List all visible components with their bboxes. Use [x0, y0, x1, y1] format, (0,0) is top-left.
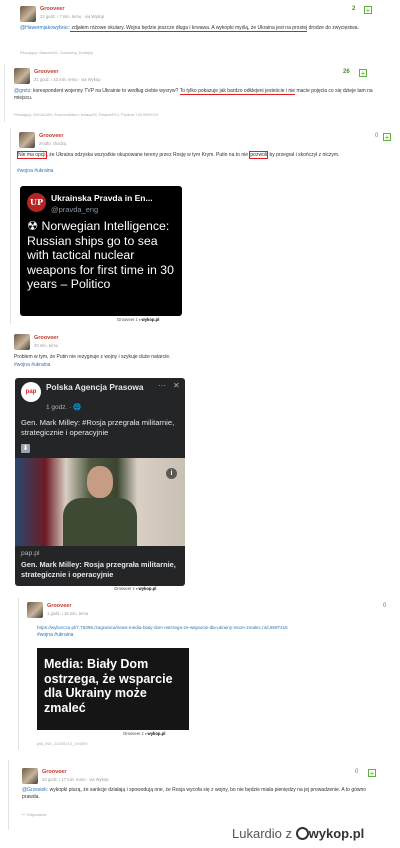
highlighted-text: Wojna będzie jeszcze długa i krwawa. A w…	[126, 25, 308, 32]
vote-count: 0	[355, 769, 359, 775]
avatar[interactable]	[14, 334, 30, 350]
plusers-list[interactable]: Plusujący: MrCALVIN, Econcroklbon, bxiaz…	[14, 112, 158, 117]
mention-link[interactable]: @Hawermjakowybrac:	[20, 25, 70, 31]
link-caption: Gen. Mark Milley: Rosja przegrała milita…	[21, 560, 176, 579]
vote-count: 26	[343, 69, 350, 75]
banner-headline: Media: Biały Dom ostrzega, że wsparcie d…	[44, 657, 173, 715]
pap-logo-icon: pap	[21, 382, 41, 402]
portrait-uniform	[63, 498, 137, 546]
author-name[interactable]: Grooveer	[34, 335, 58, 341]
post-meta: 22 godz. i 17 min. temu · via Wykop	[42, 777, 109, 782]
post-time: 1 godz. · 🌐	[46, 404, 82, 411]
tweet-logo: UP	[27, 193, 46, 212]
post-meta: 22 godz. i 7 min. temu · via Wykop	[40, 14, 105, 19]
tweet-account-name: Ukrainska Pravda in En...	[51, 193, 153, 203]
highlighted-text: To tylko pokazuje jak bardzo odklejeni j…	[179, 88, 296, 95]
vote-count: 0	[375, 133, 379, 139]
facebook-post-screenshot[interactable]: pap Polska Agencja Prasowa ··· ✕ 1 godz.…	[15, 378, 185, 586]
avatar[interactable]	[20, 6, 36, 22]
author-name[interactable]: Grooveer	[42, 769, 66, 775]
bottom-watermark: Lukardio z wykop.pl	[232, 826, 365, 841]
highlighted-text: pozwoli	[249, 151, 269, 159]
author-name[interactable]: Grooveer	[39, 133, 63, 139]
news-banner-image[interactable]: Media: Biały Dom ostrzega, że wsparcie d…	[37, 648, 189, 730]
vote-count: 0	[383, 603, 387, 609]
avatar[interactable]	[27, 602, 43, 618]
highlighted-text: Nie ma opcji	[17, 151, 47, 159]
wykop-logo-icon	[295, 827, 309, 840]
attachment-filename[interactable]: plik_INS_20230214_194009	[37, 741, 88, 746]
mention-link[interactable]: @gretz:	[14, 88, 32, 94]
avatar[interactable]	[22, 768, 38, 784]
tweet-body: ☢ Norwegian Intelligence: Russian ships …	[27, 219, 174, 292]
post-meta: źródło: chodzą	[39, 141, 67, 146]
post-text: @Grzesiek: wykopki piszą, że sankcje dzi…	[22, 787, 367, 801]
author-name[interactable]: Grooveer	[40, 6, 64, 12]
close-icon: ✕	[173, 381, 180, 390]
tags[interactable]: #wojna #ukraina	[14, 362, 50, 369]
author-name[interactable]: Grooveer	[34, 69, 58, 75]
vote-count: 2	[352, 6, 356, 12]
tweet-handle: @pravda_eng	[51, 205, 99, 214]
info-icon: i	[166, 468, 177, 479]
post-meta: 21 godz. i 10 min. temu · via Wykop	[34, 77, 101, 82]
card-headline: Gen. Mark Milley: #Rosja przegrała milit…	[21, 418, 175, 437]
post-text: @gretz: korespondent wojenny TVP na Ukra…	[14, 88, 373, 102]
tags[interactable]: #wojna #ukraina	[17, 168, 53, 175]
author-name[interactable]: Grooveer	[47, 603, 71, 609]
watermark: Grooveer z ◐wykop.pl	[123, 731, 166, 736]
article-link[interactable]: https://wyborcza.pl/7,75399,/zagranica/n…	[37, 624, 387, 631]
watermark: Grooveer z ◐wykop.pl	[114, 586, 157, 591]
plus-button[interactable]: +	[368, 769, 376, 778]
tags[interactable]: #wojna #ukraina	[37, 632, 73, 639]
post-2: Grooveer 21 godz. i 10 min. temu · via W…	[4, 64, 384, 122]
reply-link[interactable]: ↩ Odpowiedz	[22, 812, 46, 817]
avatar[interactable]	[14, 68, 30, 84]
post-meta: 1 godz. i 15 min. temu	[47, 611, 89, 616]
watermark: Grooveer z ◐wykop.pl	[117, 317, 160, 322]
post-5: Grooveer 1 godz. i 15 min. temu 0 https:…	[18, 598, 392, 750]
post-3: Grooveer źródło: chodzą 0 + Nie ma opcji…	[10, 128, 391, 324]
arrow-down-icon: ⬇	[21, 444, 30, 453]
post-1: Grooveer 22 godz. i 7 min. temu · via Wy…	[10, 0, 380, 60]
post-text: Problem w tym, że Putin nie rezygnuje z …	[14, 354, 171, 360]
mention-link[interactable]: @Grzesiek:	[22, 787, 48, 793]
post-meta: 20 min. temu	[34, 343, 59, 348]
post-4: Grooveer 20 min. temu Problem w tym, że …	[6, 330, 192, 596]
post-text: @Hawermjakowybrac: zdjałem różowe okular…	[20, 25, 359, 32]
plus-button[interactable]: +	[383, 133, 391, 142]
more-options-icon: ···	[158, 381, 166, 390]
plus-button[interactable]: +	[359, 69, 367, 78]
plus-button[interactable]: +	[364, 6, 372, 15]
org-name: Polska Agencja Prasowa	[46, 382, 144, 392]
post-6: Grooveer 22 godz. i 17 min. temu · via W…	[8, 760, 384, 830]
avatar[interactable]	[19, 132, 35, 148]
portrait-head	[87, 466, 113, 498]
post-text: Nie ma opcji, że Ukraina odzyska wszystk…	[17, 151, 340, 159]
general-photo: i	[15, 458, 185, 546]
tweet-screenshot[interactable]: UP Ukrainska Pravda in En... @pravda_eng…	[20, 186, 182, 316]
link-domain: pap.pl	[21, 550, 40, 557]
plusers-list[interactable]: Plusujący: Marcelo01, Dzwodny_Kmiejny	[20, 50, 93, 55]
